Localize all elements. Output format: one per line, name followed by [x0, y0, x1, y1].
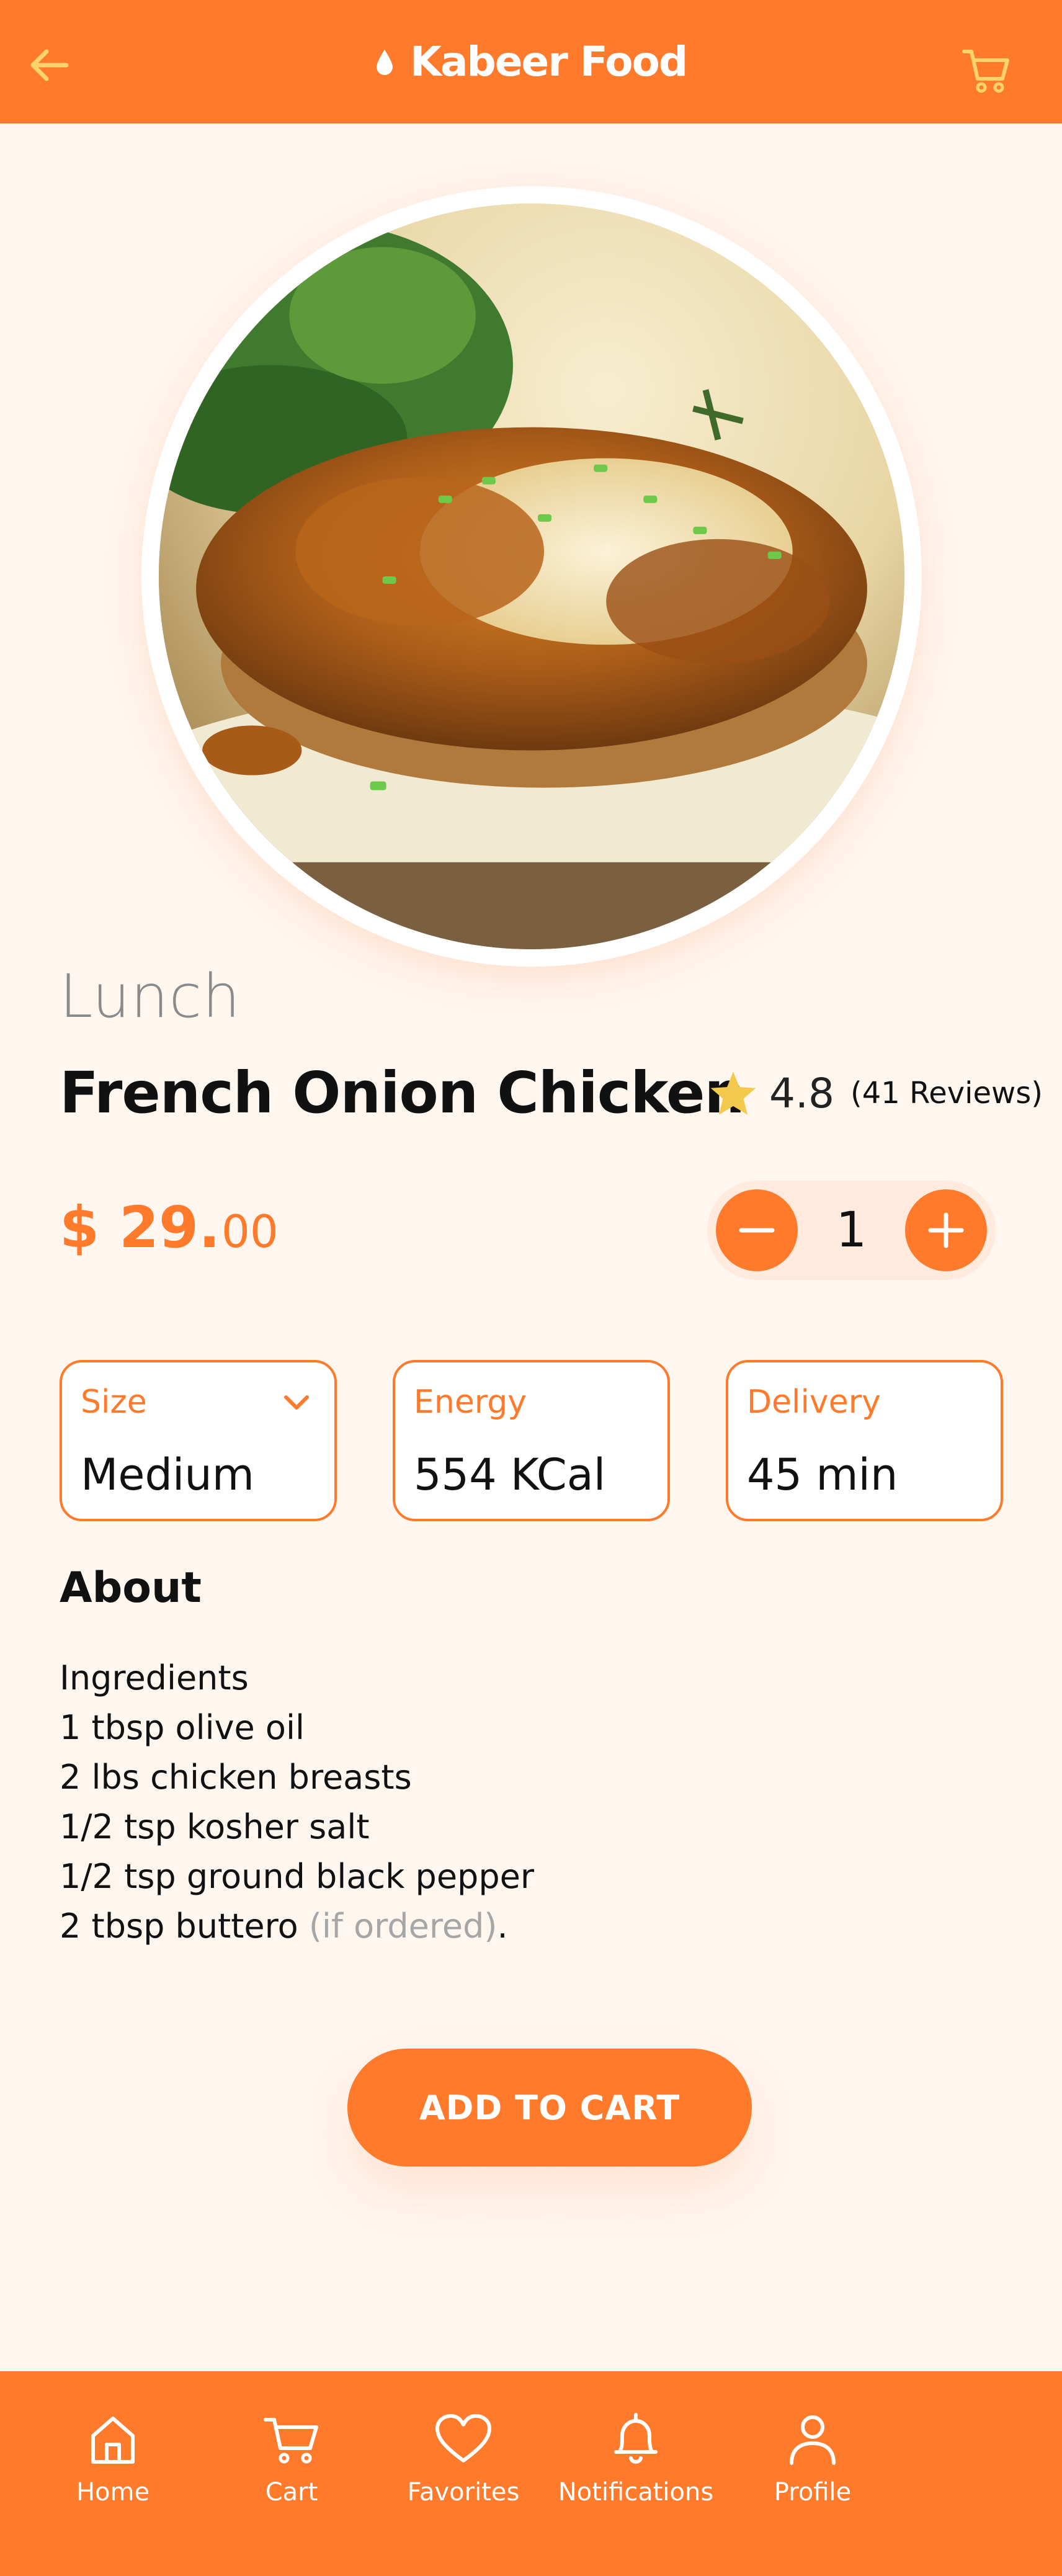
- shopping-cart-icon: [962, 50, 1009, 93]
- product-image: [159, 203, 904, 949]
- bottom-navigation: Home Cart Favorites Notifications Profil…: [0, 2371, 1062, 2576]
- cart-button[interactable]: [955, 43, 1017, 99]
- quantity-value: 1: [836, 1202, 867, 1258]
- app-title: Kabeer Food: [409, 38, 688, 86]
- brand-logo: Kabeer Food: [0, 0, 1062, 123]
- home-icon: [91, 2417, 135, 2464]
- ingredient-text: 2 tbsp buttero: [60, 1907, 309, 1946]
- ingredient-line: 2 tbsp buttero (if ordered).: [60, 1902, 990, 1951]
- ingredient-end: .: [497, 1907, 508, 1946]
- about-heading: About: [60, 1563, 202, 1612]
- ingredient-line: 2 lbs chicken breasts: [60, 1758, 412, 1797]
- drop-icon: [376, 49, 393, 75]
- ingredient-line: Ingredients: [60, 1658, 249, 1697]
- nav-cart[interactable]: Cart: [211, 2408, 372, 2539]
- ingredient-note: (if ordered): [308, 1907, 498, 1946]
- size-value: Medium: [81, 1449, 254, 1500]
- star-icon: [710, 1071, 756, 1115]
- energy-label: Energy: [414, 1384, 527, 1421]
- size-selector[interactable]: Size Medium: [60, 1360, 337, 1521]
- plus-icon: [928, 1212, 964, 1248]
- nav-notifications[interactable]: Notifications: [555, 2408, 716, 2539]
- add-to-cart-button[interactable]: ADD TO CART: [347, 2049, 752, 2167]
- product-detail-screen: Kabeer Food Lunch French Onion Chicken 4…: [0, 0, 1062, 2576]
- ingredient-line: 1/2 tsp kosher salt: [60, 1807, 370, 1846]
- delivery-card: Delivery 45 min: [726, 1360, 1003, 1521]
- review-count[interactable]: (41 Reviews): [850, 1076, 1043, 1111]
- rating-score: 4.8: [769, 1069, 834, 1117]
- bell-icon: [614, 2413, 658, 2464]
- nav-label: Home: [76, 2478, 150, 2507]
- nav-label: Favorites: [407, 2478, 520, 2507]
- delivery-label: Delivery: [747, 1384, 881, 1421]
- energy-value: 554 KCal: [414, 1449, 606, 1500]
- product-category: Lunch: [60, 962, 241, 1031]
- energy-card: Energy 554 KCal: [393, 1360, 670, 1521]
- nav-favorites[interactable]: Favorites: [383, 2408, 544, 2539]
- top-app-bar: Kabeer Food: [0, 0, 1062, 123]
- product-price: $ 29. 00: [60, 1194, 279, 1261]
- ingredients-list: Ingredients 1 tbsp olive oil 2 lbs chick…: [60, 1653, 990, 1951]
- heart-icon: [435, 2414, 491, 2462]
- nav-label: Cart: [265, 2478, 318, 2507]
- ingredient-line: 1 tbsp olive oil: [60, 1708, 305, 1747]
- ingredient-line: 1/2 tsp ground black pepper: [60, 1857, 535, 1896]
- decrease-quantity-button[interactable]: [716, 1189, 798, 1271]
- product-name: French Onion Chicken: [60, 1060, 745, 1126]
- size-label: Size: [81, 1384, 147, 1421]
- nav-label: Profile: [774, 2478, 852, 2507]
- product-rating: 4.8 (41 Reviews): [708, 1062, 1043, 1124]
- minus-icon: [739, 1228, 775, 1233]
- delivery-value: 45 min: [747, 1449, 898, 1500]
- increase-quantity-button[interactable]: [905, 1189, 987, 1271]
- price-main: $ 29.: [60, 1194, 221, 1261]
- chevron-down-icon: [284, 1395, 309, 1410]
- price-cents: 00: [221, 1205, 279, 1258]
- cart-icon: [264, 2418, 318, 2464]
- quantity-stepper: 1: [707, 1181, 996, 1280]
- user-icon: [790, 2415, 836, 2465]
- nav-home[interactable]: Home: [32, 2408, 194, 2539]
- nav-label: Notifications: [558, 2478, 714, 2507]
- nav-profile[interactable]: Profile: [732, 2408, 893, 2539]
